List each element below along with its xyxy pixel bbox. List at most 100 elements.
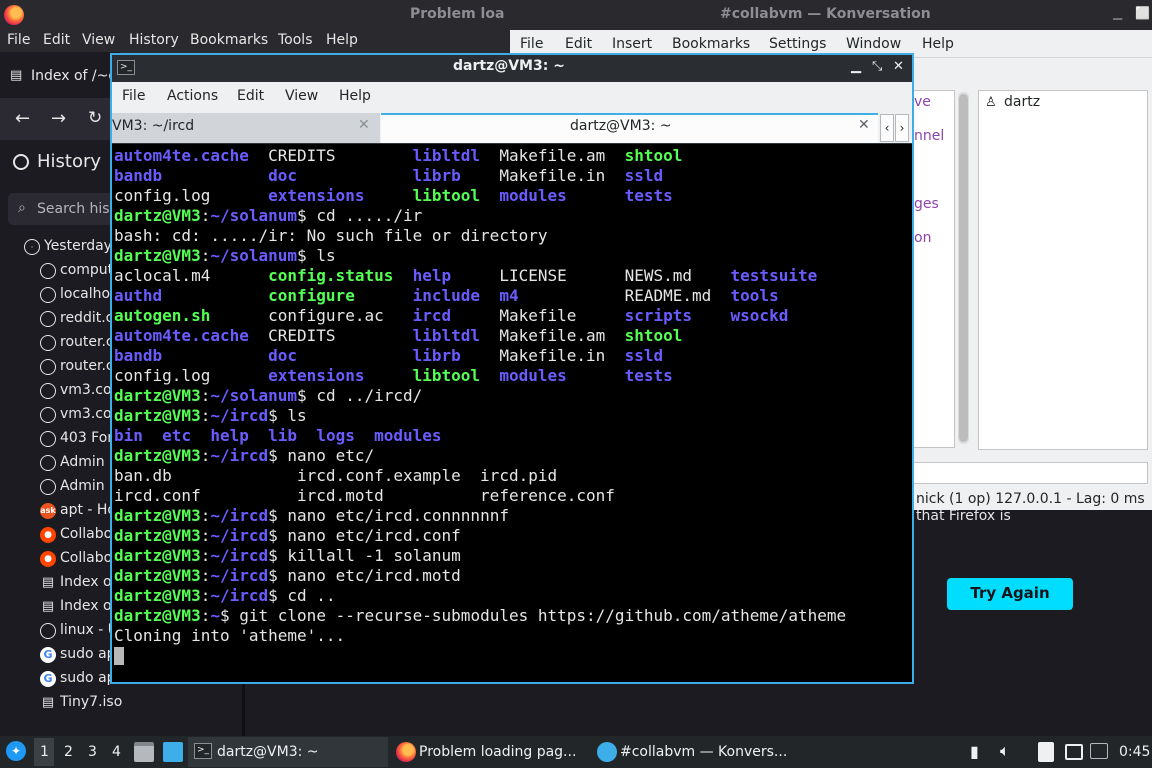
- terminal-segment: tools: [730, 286, 779, 305]
- notifications-icon[interactable]: [1090, 743, 1108, 759]
- desktop-2[interactable]: 2: [64, 744, 73, 760]
- ff-menu-help[interactable]: Help: [326, 32, 358, 48]
- minimize-icon[interactable]: ▁: [1113, 6, 1122, 20]
- chat-link-fragment[interactable]: on: [914, 230, 931, 246]
- forward-arrow-icon[interactable]: →: [51, 108, 66, 129]
- terminal-line: config.log extensions libtool modules te…: [114, 366, 673, 386]
- ks-menu-actions[interactable]: Actions: [167, 88, 218, 104]
- show-desktop-icon[interactable]: [163, 742, 183, 762]
- ff-menu-tools[interactable]: Tools: [278, 32, 313, 48]
- file-manager-icon[interactable]: [134, 742, 154, 762]
- ks-menu-edit[interactable]: Edit: [237, 88, 264, 104]
- terminal-segment: lib: [268, 426, 317, 445]
- terminal-segment: libltdl: [412, 146, 500, 165]
- try-again-button[interactable]: Try Again: [947, 578, 1073, 610]
- task-label[interactable]: Problem loading pag...: [419, 744, 576, 760]
- history-item[interactable]: ▤ Tiny7.iso: [0, 691, 242, 715]
- terminal-segment: dartz@VM3: [114, 406, 201, 425]
- terminal-segment: testsuite: [730, 266, 818, 285]
- terminal-segment: ircd.conf ircd.motd reference.conf: [114, 486, 615, 505]
- ff-menu-view[interactable]: View: [82, 32, 115, 48]
- close-tab-icon[interactable]: ✕: [858, 117, 870, 133]
- terminal-segment: autom4te.cache: [114, 326, 269, 345]
- terminal-segment: :: [200, 546, 211, 565]
- history-item-label: router.c: [60, 358, 114, 374]
- terminal-segment: $ git clone --recurse-submodules https:/…: [219, 606, 847, 625]
- history-item-label: sudo ap: [60, 670, 116, 686]
- back-arrow-icon[interactable]: ←: [15, 108, 30, 129]
- firefox-icon: [396, 742, 416, 762]
- terminal-segment: :: [200, 566, 211, 585]
- close-icon[interactable]: ✕: [893, 59, 904, 74]
- kv-menu-bookmarks[interactable]: Bookmarks: [672, 36, 750, 52]
- ff-menu-history[interactable]: History: [129, 32, 179, 48]
- terminal-segment: NEWS.md: [624, 266, 731, 285]
- chat-link-fragment[interactable]: ges: [914, 196, 939, 212]
- network-icon[interactable]: ▮: [970, 742, 979, 761]
- chat-link-fragment[interactable]: nnel: [914, 128, 944, 144]
- kv-menu-file[interactable]: File: [520, 36, 543, 52]
- minimize-icon[interactable]: ▁: [851, 59, 861, 74]
- task-label[interactable]: #collabvm — Konvers...: [620, 744, 787, 760]
- clipboard-icon[interactable]: [1038, 742, 1054, 762]
- firefox-tab[interactable]: Index of /~d: [31, 68, 117, 84]
- globe-icon: [40, 623, 56, 639]
- chat-scrollbar-thumb[interactable]: [959, 94, 968, 442]
- terminal-segment: :: [200, 606, 211, 625]
- ff-menu-bookmarks[interactable]: Bookmarks: [190, 32, 268, 48]
- terminal-segment: dartz@VM3: [114, 566, 201, 585]
- google-icon: G: [40, 647, 56, 663]
- ks-menu-file[interactable]: File: [122, 88, 145, 104]
- terminal-segment: LICENSE: [499, 266, 625, 285]
- sidebar-title: History: [37, 151, 102, 172]
- terminal-line: autom4te.cache CREDITS libltdl Makefile.…: [114, 326, 682, 346]
- kv-menu-help[interactable]: Help: [922, 36, 954, 52]
- terminal-segment: ~/ircd: [210, 566, 269, 585]
- terminal-segment: $ cd ...../ir: [297, 206, 423, 225]
- nick-list-item[interactable]: dartz: [1004, 94, 1040, 110]
- ks-menu-help[interactable]: Help: [339, 88, 371, 104]
- restore-icon[interactable]: ⤡: [872, 59, 882, 74]
- globe-icon: [40, 455, 56, 471]
- terminal-segment: $ nano etc/: [268, 446, 375, 465]
- kv-menu-insert[interactable]: Insert: [612, 36, 652, 52]
- terminal-segment: dartz@VM3: [114, 586, 201, 605]
- terminal-segment: dartz@VM3: [114, 386, 201, 405]
- terminal-segment: ~: [210, 606, 220, 625]
- message-input[interactable]: [910, 462, 1148, 484]
- status-bar-text: nick (1 op) 127.0.0.1 - Lag: 0 ms: [916, 491, 1145, 507]
- ff-menu-file[interactable]: File: [7, 32, 30, 48]
- volume-icon[interactable]: 🔈︎: [1000, 741, 1010, 761]
- desktop-1[interactable]: 1: [40, 744, 49, 760]
- display-icon[interactable]: [1065, 744, 1083, 760]
- terminal-segment: Cloning into 'atheme'...: [114, 626, 346, 645]
- terminal-line: dartz@VM3:~/ircd$ nano etc/ircd.motd: [114, 566, 461, 586]
- tab-scroll-right-icon[interactable]: ›: [895, 114, 909, 142]
- close-tab-icon[interactable]: ✕: [358, 117, 370, 133]
- terminal-line: bash: cd: ...../ir: No such file or dire…: [114, 226, 547, 246]
- ks-menu-view[interactable]: View: [285, 88, 318, 104]
- terminal-segment: :: [200, 406, 211, 425]
- terminal-segment: dartz@VM3: [114, 546, 201, 565]
- terminal-segment: $ nano etc/ircd.conf: [268, 526, 461, 545]
- clock[interactable]: 0:45: [1119, 744, 1150, 760]
- desktop-4[interactable]: 4: [112, 744, 121, 760]
- kv-menu-edit[interactable]: Edit: [565, 36, 592, 52]
- error-page-text: that Firefox is: [916, 508, 1011, 524]
- desktop-3[interactable]: 3: [88, 744, 97, 760]
- globe-icon: [40, 479, 56, 495]
- terminal-segment: libtool: [412, 366, 500, 385]
- tab-scroll-left-icon[interactable]: ‹: [880, 114, 894, 142]
- kv-menu-window[interactable]: Window: [846, 36, 901, 52]
- history-item-label: Admin F: [60, 478, 118, 494]
- terminal-segment: shtool: [624, 146, 683, 165]
- terminal-segment: $ ls: [297, 246, 336, 265]
- reload-icon[interactable]: ↻: [88, 108, 102, 128]
- chat-link-fragment[interactable]: ve: [914, 94, 931, 110]
- kv-menu-settings[interactable]: Settings: [769, 36, 826, 52]
- history-item-label: reddit.c: [60, 310, 114, 326]
- maximize-icon[interactable]: ⬜: [1135, 6, 1150, 20]
- history-item-label: Collabo: [60, 526, 113, 542]
- ff-menu-edit[interactable]: Edit: [43, 32, 70, 48]
- app-launcher-icon[interactable]: ✦: [6, 741, 26, 761]
